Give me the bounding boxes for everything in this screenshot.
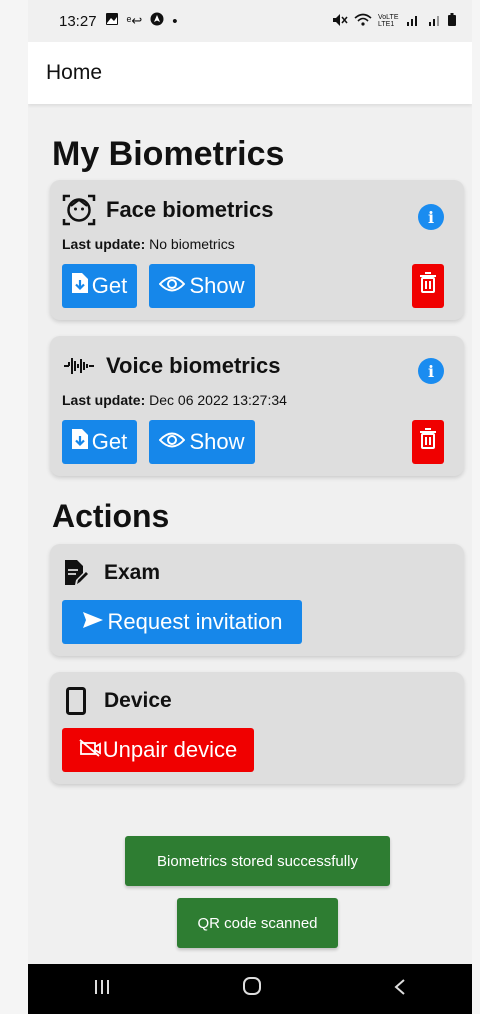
battery-icon [448,13,456,29]
mute-icon [332,13,348,30]
card-header: Exam [62,556,452,590]
wifi-call-icon: ᵉ↩ [126,13,143,28]
actions-heading: Actions [52,498,170,534]
device-card: Device Unpair device [50,672,464,784]
request-invitation-button[interactable]: Request invitation [62,600,302,644]
signal-icon-2 [428,14,442,29]
toast-text: Biometrics stored successfully [157,852,358,870]
toast-qr-scanned: QR code scanned [177,898,338,948]
file-download-icon [71,429,88,455]
status-right: VoLTE LTE1 [332,13,456,30]
back-icon[interactable] [393,976,407,1002]
face-icon [62,193,96,227]
get-button[interactable]: Get [62,264,137,308]
trash-icon [419,428,437,456]
card-header: Face biometrics i [62,190,452,230]
send-icon [82,609,104,635]
voice-biometrics-card: Voice biometrics i Last update: Dec 06 2… [50,336,464,476]
status-left: 13:27 ᵉ↩ • [59,12,178,30]
delete-button[interactable] [412,264,444,308]
home-icon[interactable] [242,976,262,1002]
system-nav-bar [28,964,472,1014]
show-button[interactable]: Show [149,420,255,464]
eye-icon [159,429,186,455]
info-icon[interactable]: i [418,358,444,384]
button-row: Get Show [62,420,452,464]
file-edit-icon [62,559,90,587]
info-icon[interactable]: i [418,204,444,230]
eye-icon [159,273,186,299]
app-bar: Home [28,42,472,104]
card-title: Exam [104,561,161,584]
recent-apps-icon[interactable] [93,976,111,1002]
volte-label: VoLTE LTE1 [378,14,399,28]
show-label: Show [189,429,245,454]
last-update-value: Dec 06 2022 13:27:34 [149,392,287,408]
button-row: Get Show [62,264,452,308]
trash-icon [419,272,437,300]
last-update-label: Last update: [62,236,146,252]
get-label: Get [91,273,128,298]
file-download-icon [71,273,88,299]
status-bar: 13:27 ᵉ↩ • VoLTE LTE1 [28,0,472,42]
phone-screen: 13:27 ᵉ↩ • VoLTE LTE1 Home My Biometrics… [28,0,472,1014]
card-title: Device [104,689,172,712]
card-title: Face biometrics [106,197,274,222]
last-update-label: Last update: [62,392,146,408]
card-header: Voice biometrics i [62,346,452,386]
unpair-device-label: Unpair device [102,737,238,762]
show-button[interactable]: Show [149,264,255,308]
dot-icon: • [172,12,178,30]
nav-icon [150,12,164,30]
face-biometrics-card: Face biometrics i Last update: No biomet… [50,180,464,320]
toast-biometrics-stored: Biometrics stored successfully [125,836,390,886]
wifi-icon [354,13,372,30]
toast-text: QR code scanned [197,914,318,932]
last-update-value: No biometrics [149,236,235,252]
get-button[interactable]: Get [62,420,137,464]
page-title: Home [46,61,103,84]
signal-icon [406,14,422,29]
delete-button[interactable] [412,420,444,464]
last-update: Last update: No biometrics [62,236,452,252]
exam-card: Exam Request invitation [50,544,464,656]
card-title: Voice biometrics [106,353,281,378]
unpair-icon [79,737,101,763]
last-update: Last update: Dec 06 2022 13:27:34 [62,392,452,408]
image-icon [105,12,119,30]
card-header: Device [62,684,452,718]
biometrics-heading: My Biometrics [52,135,285,173]
phone-icon [62,687,90,715]
show-label: Show [189,273,245,298]
request-invitation-label: Request invitation [107,609,283,634]
unpair-device-button[interactable]: Unpair device [62,728,254,772]
status-time: 13:27 [59,12,97,30]
waveform-icon [62,349,96,383]
main-content: My Biometrics Face biometrics i Last upd… [28,104,472,784]
get-label: Get [91,429,128,454]
